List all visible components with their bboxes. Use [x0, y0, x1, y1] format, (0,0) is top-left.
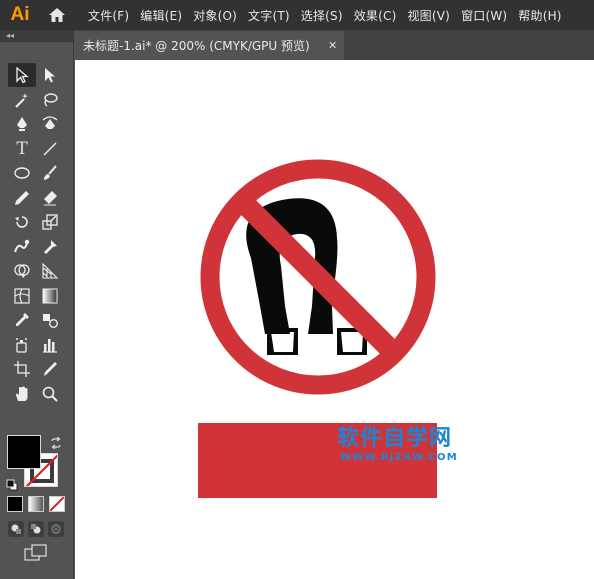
menu-edit[interactable]: 编辑(E) [140, 7, 182, 24]
hand-tool-icon[interactable] [8, 382, 36, 406]
type-tool-icon[interactable]: T [8, 137, 36, 161]
ellipse-tool-icon[interactable] [8, 161, 36, 185]
draw-modes-row [8, 521, 64, 537]
pencil-icon[interactable] [8, 186, 36, 210]
eraser-icon[interactable] [36, 186, 64, 210]
direct-selection-tool-icon[interactable] [36, 63, 64, 87]
slice-tool-icon[interactable] [36, 357, 64, 381]
draw-behind-icon[interactable] [28, 521, 44, 537]
home-icon[interactable] [40, 0, 74, 30]
scale-tool-icon[interactable] [36, 210, 64, 234]
close-icon[interactable]: ✕ [328, 39, 337, 52]
menu-select[interactable]: 选择(S) [301, 7, 343, 24]
prohibition-sign [200, 159, 436, 395]
watermark-url: WWW.RJZXW.COM [340, 452, 458, 463]
puppet-warp-icon[interactable] [36, 235, 64, 259]
menu-file[interactable]: 文件(F) [88, 7, 129, 24]
swap-fill-stroke-icon[interactable] [50, 434, 62, 450]
color-mode-row [7, 496, 65, 512]
draw-normal-icon[interactable] [8, 521, 24, 537]
pen-tool-icon[interactable] [8, 112, 36, 136]
default-fill-stroke-icon[interactable] [6, 476, 18, 491]
selection-tool-icon[interactable] [8, 63, 36, 87]
artboard-canvas[interactable]: 软件自学网 WWW.RJZXW.COM [75, 60, 594, 579]
line-tool-icon[interactable] [36, 137, 64, 161]
warp-tool-icon[interactable] [8, 235, 36, 259]
menu-window[interactable]: 窗口(W) [461, 7, 507, 24]
lasso-icon[interactable] [36, 88, 64, 112]
symbol-sprayer-icon[interactable] [8, 333, 36, 357]
menu-help[interactable]: 帮助(H) [518, 7, 561, 24]
screen-mode-icon[interactable] [24, 544, 48, 562]
watermark-title: 软件自学网 [337, 426, 453, 451]
menu-view[interactable]: 视图(V) [407, 7, 450, 24]
rotate-tool-icon[interactable] [8, 210, 36, 234]
gradient-tool-icon[interactable] [36, 284, 64, 308]
artboard-tool-icon[interactable] [8, 357, 36, 381]
paintbrush-icon[interactable] [36, 161, 64, 185]
color-mode-icon[interactable] [7, 496, 23, 512]
menu-object[interactable]: 对象(O) [193, 7, 237, 24]
document-tab[interactable]: 未标题-1.ai* @ 200% (CMYK/GPU 预览) ✕ [74, 31, 344, 60]
gradient-mode-icon[interactable] [28, 496, 44, 512]
watermark: 软件自学网 WWW.RJZXW.COM [337, 426, 487, 463]
none-mode-icon[interactable] [49, 496, 65, 512]
tools-panel: ◂◂ T [0, 30, 74, 579]
shape-builder-icon[interactable] [8, 259, 36, 283]
graph-tool-icon[interactable] [36, 333, 64, 357]
menu-type[interactable]: 文字(T) [248, 7, 290, 24]
draw-inside-icon[interactable] [48, 521, 64, 537]
eyedropper-icon[interactable] [8, 308, 36, 332]
menu-effect[interactable]: 效果(C) [354, 7, 397, 24]
tool-grid: T [8, 63, 64, 406]
mesh-tool-icon[interactable] [8, 284, 36, 308]
curvature-tool-icon[interactable] [36, 112, 64, 136]
magic-wand-icon[interactable] [8, 88, 36, 112]
menu-bar: Ai 文件(F) 编辑(E) 对象(O) 文字(T) 选择(S) 效果(C) 视… [0, 0, 594, 30]
app-logo: Ai [10, 4, 30, 25]
main-menu: 文件(F) 编辑(E) 对象(O) 文字(T) 选择(S) 效果(C) 视图(V… [88, 7, 573, 24]
perspective-grid-icon[interactable] [36, 259, 64, 283]
document-tab-title: 未标题-1.ai* @ 200% (CMYK/GPU 预览) [83, 39, 310, 53]
fill-swatch[interactable] [7, 435, 41, 469]
collapse-panel-button[interactable]: ◂◂ [0, 30, 73, 42]
blend-tool-icon[interactable] [36, 308, 64, 332]
zoom-tool-icon[interactable] [36, 382, 64, 406]
document-tab-bar: 未标题-1.ai* @ 200% (CMYK/GPU 预览) ✕ [74, 30, 594, 60]
